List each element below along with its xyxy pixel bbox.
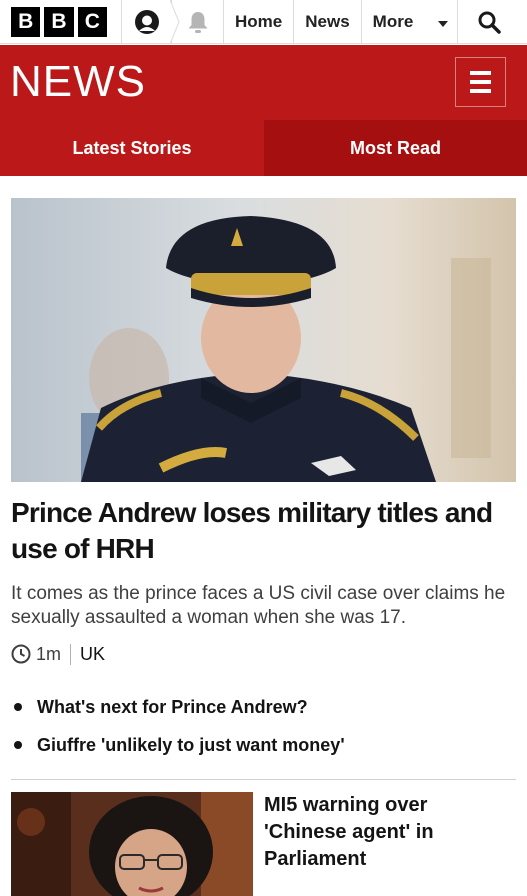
related-link[interactable]: Giuffre 'unlikely to just want money'	[11, 726, 516, 764]
news-banner: NEWS	[0, 45, 527, 120]
tab-latest-stories[interactable]: Latest Stories	[0, 120, 264, 176]
lead-story-headline[interactable]: Prince Andrew loses military titles and …	[11, 495, 516, 567]
lead-story-summary: It comes as the prince faces a US civil …	[11, 583, 506, 628]
lead-story-meta: 1m UK	[11, 642, 105, 666]
bullet-icon	[14, 703, 22, 711]
lead-story-photo	[11, 198, 516, 482]
second-story-photo	[11, 792, 253, 896]
bell-icon	[188, 11, 207, 33]
second-story-image[interactable]	[11, 792, 253, 896]
timestamp: 1m	[11, 643, 72, 665]
story-tabs: Latest Stories Most Read	[0, 120, 527, 176]
search-button[interactable]	[458, 0, 520, 43]
nav-more-label: More	[372, 11, 414, 31]
related-link[interactable]: What's next for Prince Andrew?	[11, 688, 516, 726]
bbc-logo[interactable]: B B C	[0, 0, 122, 43]
related-links: What's next for Prince Andrew? Giuffre '…	[11, 688, 516, 764]
search-icon	[478, 11, 501, 34]
bbc-logo-block: B	[11, 6, 41, 37]
caret-down-icon	[437, 20, 448, 27]
timestamp-label: 1m	[36, 643, 62, 664]
clock-icon	[11, 644, 31, 664]
account-icon	[134, 9, 159, 34]
bullet-icon	[14, 741, 22, 749]
hamburger-menu-bar	[470, 80, 491, 84]
related-link-label: What's next for Prince Andrew?	[37, 696, 308, 717]
hamburger-menu-button[interactable]	[455, 57, 506, 107]
bbc-logo-block: B	[44, 6, 74, 37]
tab-most-read[interactable]: Most Read	[264, 120, 527, 176]
nav-more-dropdown[interactable]: More	[362, 0, 458, 43]
top-bar: B B C Home News More	[0, 0, 527, 44]
account-button[interactable]	[122, 0, 180, 44]
hamburger-menu-icon	[470, 71, 491, 75]
news-logo-title[interactable]: NEWS	[10, 57, 146, 107]
story-divider	[11, 779, 516, 780]
bbc-logo-block: C	[77, 6, 107, 37]
related-link-label: Giuffre 'unlikely to just want money'	[37, 734, 345, 755]
nav-home-link[interactable]: Home	[224, 0, 295, 43]
second-story-headline[interactable]: MI5 warning over 'Chinese agent' in Parl…	[264, 792, 504, 873]
nav-news-link[interactable]: News	[294, 0, 362, 43]
section-link-uk[interactable]: UK	[71, 644, 105, 665]
hamburger-menu-bar	[470, 89, 491, 93]
lead-story-image[interactable]	[11, 198, 516, 482]
notifications-button[interactable]	[172, 0, 224, 43]
